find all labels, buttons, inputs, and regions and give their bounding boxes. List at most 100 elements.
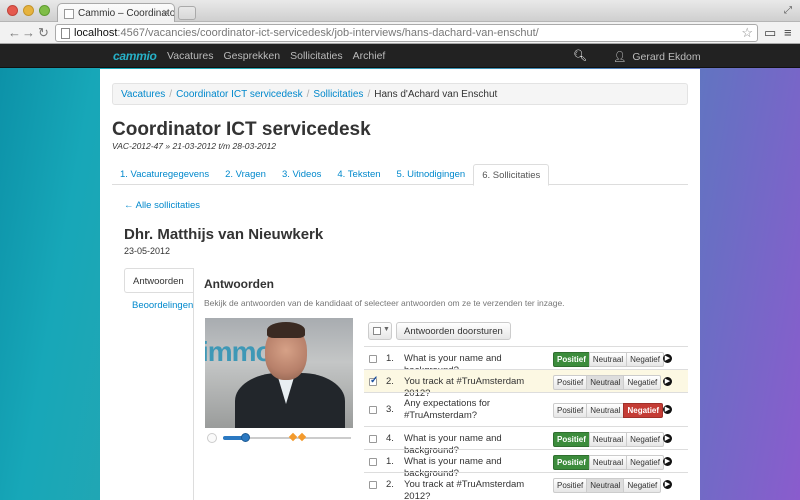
tab-vragen[interactable]: 2. Vragen: [217, 164, 274, 185]
search-icon[interactable]: 🔍︎: [573, 49, 587, 62]
answer-checkbox[interactable]: [369, 434, 377, 443]
rating-positive-button[interactable]: Positief: [553, 403, 588, 418]
answer-number: 3.: [386, 404, 394, 415]
play-button[interactable]: [207, 433, 217, 443]
rating-negative-button[interactable]: Negatief: [623, 477, 662, 493]
tab-videos[interactable]: 3. Videos: [274, 164, 329, 185]
url-path: :4567/vacancies/coordinator-ict-serviced…: [117, 27, 539, 39]
rating-positive-button[interactable]: Positief: [553, 431, 590, 447]
play-answer-icon[interactable]: ▶: [663, 376, 672, 386]
play-answer-icon[interactable]: ▶: [663, 353, 672, 363]
answer-question: You track at #TruAmsterdam 2012?: [404, 478, 525, 500]
rating-neutral-button[interactable]: Neutraal: [586, 374, 625, 390]
rating-negative-button[interactable]: Negatief: [626, 351, 664, 367]
answer-checkbox[interactable]: [369, 354, 377, 363]
answer-checkbox[interactable]: [369, 457, 377, 466]
answer-number: 2.: [386, 375, 394, 387]
rating-neutral-button[interactable]: Neutraal: [588, 351, 628, 367]
rating-positive-button[interactable]: Positief: [553, 477, 588, 493]
browser-tab-title: Cammio – Coordinator ICT s: [78, 8, 175, 19]
answer-row: 2.You track at #TruAmsterdam 2012?Positi…: [364, 369, 688, 399]
user-icon: 👤︎: [613, 51, 627, 63]
rating-neutral-button[interactable]: Neutraal: [588, 431, 628, 447]
browser-tab[interactable]: Cammio – Coordinator ICT s ×: [57, 3, 175, 23]
play-answer-icon[interactable]: ▶: [663, 479, 672, 489]
answer-video[interactable]: immo: [205, 318, 353, 428]
rating-negative-button[interactable]: Negatief: [626, 454, 664, 470]
forward-arrow-icon[interactable]: →: [22, 25, 35, 40]
rating-positive-button[interactable]: Positief: [553, 374, 588, 390]
menu-icon[interactable]: ≡: [784, 25, 792, 40]
app-navbar: cammio Vacatures Gesprekken Sollicitatie…: [0, 44, 800, 68]
play-answer-icon[interactable]: ▶: [663, 456, 672, 466]
close-window-button[interactable]: [7, 5, 18, 16]
nav-gesprekken[interactable]: Gesprekken: [224, 50, 281, 62]
user-menu[interactable]: 👤︎ Gerard Ekdom: [613, 50, 701, 63]
select-all-dropdown[interactable]: ▼: [368, 322, 392, 340]
back-to-applications-link[interactable]: ← Alle sollicitaties: [124, 200, 200, 211]
answer-checkbox[interactable]: [369, 406, 377, 414]
close-tab-icon[interactable]: ×: [163, 7, 169, 19]
url-host: localhost: [74, 27, 118, 39]
breadcrumb-separator: /: [306, 89, 310, 100]
breadcrumb-vacancy[interactable]: Coordinator ICT servicedesk: [176, 89, 303, 100]
browser-toolbar: ← → ↻ localhost:4567/vacancies/coordinat…: [0, 22, 800, 44]
tab-uitnodigingen[interactable]: 5. Uitnodigingen: [389, 164, 474, 185]
answer-question: Any expectations for #TruAmsterdam?: [404, 398, 491, 421]
rating-negative-button[interactable]: Negatief: [623, 403, 664, 418]
forward-answers-button[interactable]: Antwoorden doorsturen: [396, 322, 511, 340]
app-logo[interactable]: cammio: [113, 49, 157, 63]
answer-number: 1.: [386, 455, 394, 467]
marker-icon[interactable]: [297, 432, 307, 442]
vacancy-tabs: 1. Vacaturegegevens 2. Vragen 3. Videos …: [112, 164, 688, 186]
play-answer-icon[interactable]: ▶: [663, 405, 672, 414]
rating-neutral-button[interactable]: Neutraal: [588, 454, 628, 470]
rating-neutral-button[interactable]: Neutraal: [586, 477, 625, 493]
reload-icon[interactable]: ↻: [38, 25, 49, 41]
select-all-checkbox[interactable]: [373, 327, 381, 335]
answer-row: 3. Any expectations for #TruAmsterdam? Pos…: [364, 392, 688, 426]
vacancy-subtitle: VAC-2012-47 » 21-03-2012 t/m 28-03-2012: [112, 141, 276, 151]
rating-neutral-button[interactable]: Neutraal: [586, 403, 625, 418]
answer-checkbox[interactable]: [369, 375, 378, 386]
answers-table: 1.What is your name and background?Posit…: [364, 346, 688, 500]
rating-negative-button[interactable]: Negatief: [623, 374, 662, 390]
extension-icon[interactable]: ▭: [764, 25, 776, 41]
side-tab-antwoorden[interactable]: Antwoorden: [124, 268, 194, 293]
browser-titlebar: Cammio – Coordinator ICT s × ⤢: [0, 0, 800, 23]
tab-teksten[interactable]: 4. Teksten: [329, 164, 388, 185]
rating-button-group: Positief Neutraal Negatief: [553, 454, 664, 470]
fullscreen-icon[interactable]: ⤢: [784, 5, 792, 16]
tab-vacaturegegevens[interactable]: 1. Vacaturegegevens: [112, 164, 217, 185]
rating-button-group: Positief Neutraal Negatief: [553, 477, 662, 493]
answers-hint: Bekijk de antwoorden van de kandidaat of…: [204, 298, 565, 308]
answer-number: 2.: [386, 478, 394, 490]
bookmark-star-icon[interactable]: ☆: [741, 25, 753, 41]
rating-button-group: Positief Neutraal Negatief: [553, 374, 662, 390]
rating-positive-button[interactable]: Positief: [553, 454, 590, 470]
nav-sollicitaties[interactable]: Sollicitaties: [290, 50, 343, 62]
new-tab-button[interactable]: [178, 6, 196, 20]
rating-positive-button[interactable]: Positief: [553, 351, 590, 367]
address-bar[interactable]: localhost:4567/vacancies/coordinator-ict…: [55, 24, 758, 42]
rating-button-group: Positief Neutraal Negatief: [553, 403, 664, 418]
zoom-window-button[interactable]: [39, 5, 50, 16]
rating-button-group: Positief Neutraal Negatief: [553, 351, 664, 367]
breadcrumb-vacatures[interactable]: Vacatures: [121, 89, 165, 100]
breadcrumb-current: Hans d'Achard van Enschut: [374, 89, 498, 100]
nav-vacatures[interactable]: Vacatures: [167, 50, 214, 62]
nav-archief[interactable]: Archief: [353, 50, 386, 62]
answer-row: 4. What is your name and background? Posit…: [364, 426, 688, 456]
answer-checkbox[interactable]: [369, 480, 377, 489]
side-tab-beoordelingen[interactable]: Beoordelingen: [124, 293, 194, 318]
breadcrumb-sollicitaties[interactable]: Sollicitaties: [313, 89, 363, 100]
seek-handle[interactable]: [241, 433, 250, 442]
rating-negative-button[interactable]: Negatief: [626, 431, 664, 447]
page-title: Coordinator ICT servicedesk: [112, 119, 371, 140]
play-answer-icon[interactable]: ▶: [663, 433, 672, 443]
back-arrow-icon[interactable]: ←: [8, 25, 21, 40]
minimize-window-button[interactable]: [23, 5, 34, 16]
side-tabs: Antwoorden Beoordelingen: [124, 268, 194, 318]
marker-icon[interactable]: [288, 432, 298, 442]
tab-sollicitaties[interactable]: 6. Sollicitaties: [473, 164, 550, 186]
